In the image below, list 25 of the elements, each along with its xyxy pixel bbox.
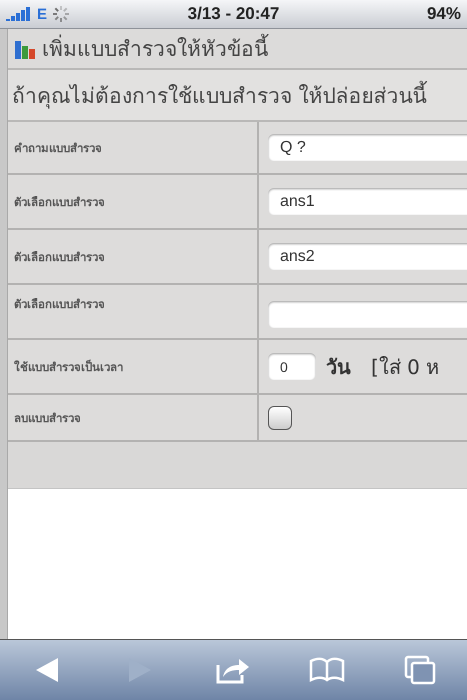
book-icon (308, 657, 345, 683)
pages-icon (404, 655, 436, 685)
instruction-text: ถ้าคุณไม่ต้องการใช้แบบสำรวจ ให้ปล่อยส่วนนี้ (8, 70, 467, 122)
back-arrow-icon (34, 656, 60, 684)
section-title: เพิ่มแบบสำรวจให้หัวข้อนี้ (42, 32, 268, 65)
battery-percent: 94% (426, 4, 461, 24)
clock: 3/13 - 20:47 (186, 4, 280, 24)
text-field[interactable]: Q ? (268, 134, 467, 161)
unit-label: วัน (326, 354, 351, 380)
signal-icon (6, 7, 32, 21)
field-label: ใช้แบบสำรวจเป็นเวลา (14, 358, 123, 376)
field-label: ตัวเลือกแบบสำรวจ (14, 248, 105, 266)
hint-text: [ใส่ 0 ห (371, 354, 440, 380)
field-label: ตัวเลือกแบบสำรวจ (14, 296, 105, 313)
field-label: ลบแบบสำรวจ (14, 410, 81, 426)
loading-spinner-icon (52, 5, 70, 23)
text-field[interactable] (268, 301, 467, 328)
checkbox[interactable] (268, 406, 292, 430)
text-field[interactable]: ans1 (268, 188, 467, 215)
bar-chart-icon (14, 38, 36, 58)
field-label: ตัวเลือกแบบสำรวจ (14, 194, 105, 210)
field-label: คำถามแบบสำรวจ (14, 140, 102, 156)
network-type: E (37, 6, 48, 22)
number-field[interactable]: 0 (268, 353, 316, 380)
text-field[interactable]: ans2 (268, 243, 467, 270)
